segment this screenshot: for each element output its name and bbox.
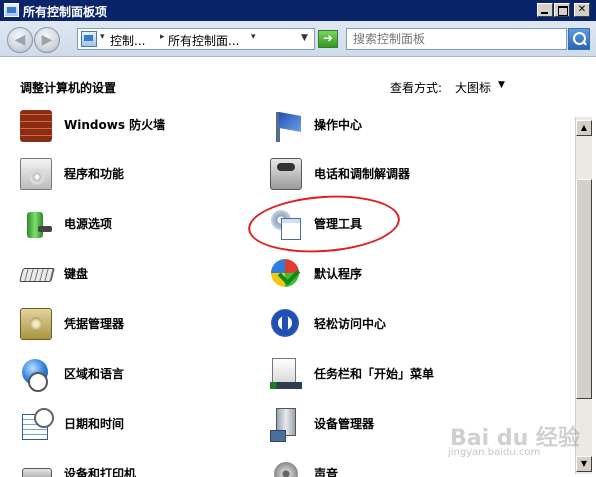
- breadcrumb-separator-icon[interactable]: ▸: [160, 32, 165, 42]
- window-title: 所有控制面板项: [23, 5, 108, 19]
- admin-tools-icon: [270, 208, 302, 240]
- breadcrumb-separator-icon[interactable]: ▾: [100, 32, 105, 42]
- search-box[interactable]: [346, 28, 567, 50]
- programs-icon: [20, 158, 52, 190]
- view-by-dropdown[interactable]: 大图标: [455, 79, 491, 96]
- item-label: 日期和时间: [64, 417, 125, 431]
- back-button[interactable]: ◀: [7, 27, 33, 53]
- vertical-scrollbar[interactable]: ▲ ▼: [575, 117, 592, 474]
- scroll-up-button[interactable]: ▲: [576, 120, 592, 136]
- item-label: 键盘: [64, 267, 89, 281]
- breadcrumb-all-items[interactable]: 所有控制面...: [168, 32, 239, 49]
- item-label: 设备管理器: [314, 417, 375, 431]
- view-by-label: 查看方式:: [390, 81, 443, 95]
- speaker-icon: [270, 458, 302, 477]
- refresh-button[interactable]: ➜: [318, 30, 338, 48]
- breadcrumb-control-panel[interactable]: 控制...: [110, 32, 145, 49]
- item-label: Windows 防火墙: [64, 118, 166, 132]
- forward-button[interactable]: ▶: [34, 27, 60, 53]
- item-label: 操作中心: [314, 118, 363, 132]
- arrow-left-icon: ◀: [14, 32, 26, 48]
- minimize-button[interactable]: [537, 3, 553, 17]
- control-panel-icon: [4, 3, 19, 17]
- globe-icon: [20, 358, 52, 392]
- vault-icon: [20, 308, 52, 340]
- item-label: 任务栏和「开始」菜单: [314, 367, 435, 381]
- item-label: 程序和功能: [64, 167, 125, 181]
- battery-icon: [20, 208, 52, 240]
- scroll-down-button[interactable]: ▼: [576, 456, 592, 472]
- keyboard-icon: [20, 258, 52, 290]
- accessibility-icon: [270, 308, 302, 340]
- item-label: 管理工具: [314, 217, 363, 231]
- phone-icon: [270, 158, 302, 190]
- item-label: 声音: [314, 467, 339, 477]
- maximize-button[interactable]: [554, 3, 570, 17]
- item-label: 轻松访问中心: [314, 317, 387, 331]
- close-button[interactable]: ✕: [574, 3, 590, 17]
- default-programs-icon: [270, 258, 302, 290]
- item-label: 设备和打印机: [64, 467, 137, 477]
- title-bar: 所有控制面板项 ✕: [0, 0, 596, 21]
- taskbar-icon: [270, 358, 302, 390]
- scroll-thumb[interactable]: [576, 179, 592, 399]
- address-toolbar: ◀ ▶ ▾ 控制... ▸ 所有控制面... ▾ ▼ ➜: [0, 21, 596, 57]
- device-manager-icon: [270, 408, 302, 442]
- page-title: 调整计算机的设置: [20, 81, 117, 95]
- item-label: 凭据管理器: [64, 317, 125, 331]
- control-panel-items: Windows 防火墙 操作中心 程序和功能 电话和调制解调器 电源选项 管理工…: [0, 110, 574, 477]
- search-icon[interactable]: [568, 28, 590, 50]
- calendar-clock-icon: [20, 408, 54, 440]
- search-input[interactable]: [347, 29, 566, 49]
- item-label: 电源选项: [64, 217, 113, 231]
- address-dropdown-icon[interactable]: ▼: [301, 33, 308, 43]
- flag-icon: [270, 110, 302, 142]
- arrow-right-icon: ▶: [41, 32, 53, 48]
- item-label: 区域和语言: [64, 367, 125, 381]
- chevron-down-icon[interactable]: ▼: [498, 80, 505, 90]
- item-label: 电话和调制解调器: [314, 167, 411, 181]
- item-label: 默认程序: [314, 267, 363, 281]
- printer-icon: [20, 458, 52, 477]
- breadcrumb-separator-icon[interactable]: ▾: [251, 32, 256, 42]
- firewall-icon: [20, 110, 52, 142]
- control-panel-icon: [81, 31, 97, 47]
- address-bar[interactable]: ▾ 控制... ▸ 所有控制面... ▾ ▼: [77, 28, 315, 50]
